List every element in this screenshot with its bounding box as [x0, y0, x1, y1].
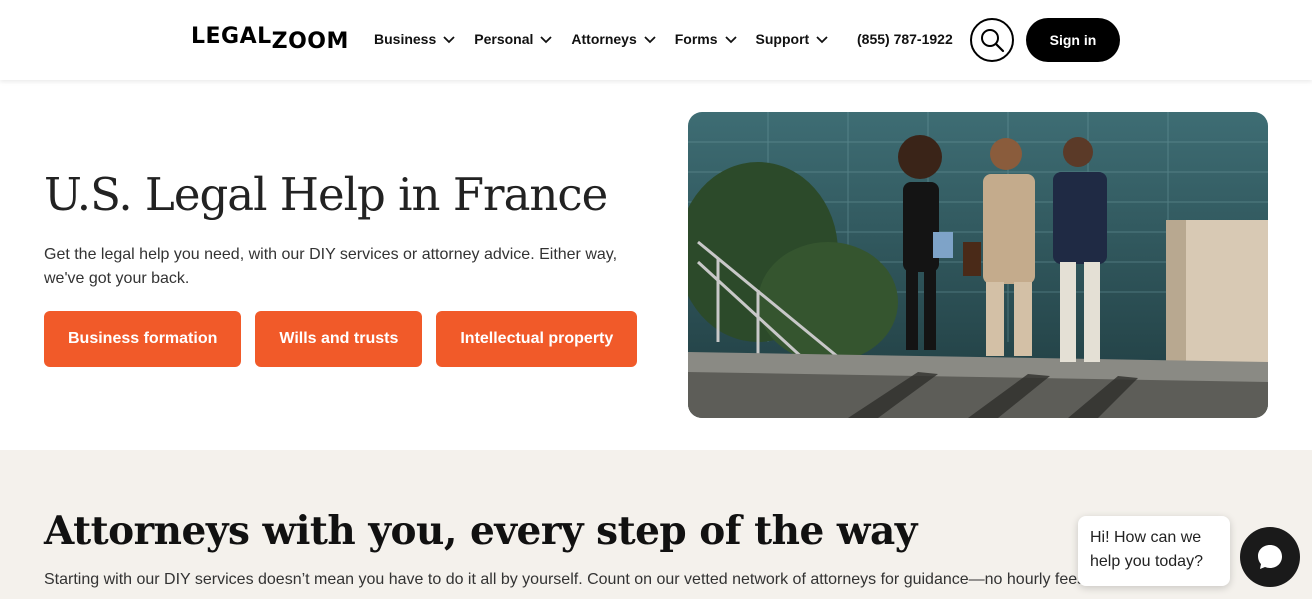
logo-text-legal: LEGAL	[191, 24, 272, 49]
section-text: Starting with our DIY services doesn’t m…	[44, 571, 1203, 588]
chat-launcher-button[interactable]	[1240, 527, 1300, 587]
nav-personal[interactable]: Personal	[474, 31, 553, 47]
nav-forms-label: Forms	[674, 31, 718, 47]
hero-title: U.S. Legal Help in France	[44, 168, 608, 221]
hero-subtitle: Get the legal help you need, with our DI…	[44, 246, 618, 287]
wills-and-trusts-button[interactable]: Wills and trusts	[255, 311, 423, 367]
nav-personal-label: Personal	[474, 31, 534, 47]
business-people-photo-icon	[688, 112, 1268, 418]
search-icon	[981, 29, 1005, 53]
hero-photo	[688, 112, 1268, 418]
nav-support[interactable]: Support	[756, 31, 830, 47]
nav-attorneys[interactable]: Attorneys	[571, 31, 656, 47]
phone-number-link[interactable]: (855) 787-1922	[857, 31, 953, 47]
nav-support-label: Support	[755, 31, 810, 47]
chat-greeting-bubble[interactable]: Hi! How can we help you today?	[1078, 516, 1230, 586]
hero-cta-group: Business formation Wills and trusts Inte…	[44, 311, 638, 367]
search-button[interactable]	[970, 18, 1014, 62]
legalzoom-logo[interactable]: LEGALZOOM	[191, 24, 349, 54]
nav-forms[interactable]: Forms	[675, 31, 738, 47]
chevron-down-icon	[443, 36, 455, 44]
sign-in-button[interactable]: Sign in	[1026, 18, 1120, 62]
business-formation-button[interactable]: Business formation	[44, 311, 242, 367]
chevron-down-icon	[816, 36, 828, 44]
section-title: Attorneys with you, every step of the wa…	[44, 508, 917, 554]
nav-business[interactable]: Business	[374, 31, 456, 47]
chat-icon	[1258, 545, 1282, 569]
main-nav: Business Personal Attorneys Forms Suppor…	[374, 31, 829, 47]
chevron-down-icon	[644, 36, 656, 44]
chevron-down-icon	[724, 36, 737, 44]
intellectual-property-button[interactable]: Intellectual property	[436, 311, 638, 367]
logo-text-zoom: ZOOM	[271, 29, 349, 54]
site-header: LEGALZOOM Business Personal Attorneys Fo…	[0, 0, 1312, 80]
nav-attorneys-label: Attorneys	[571, 31, 637, 47]
nav-business-label: Business	[374, 31, 437, 47]
chevron-down-icon	[540, 36, 553, 44]
